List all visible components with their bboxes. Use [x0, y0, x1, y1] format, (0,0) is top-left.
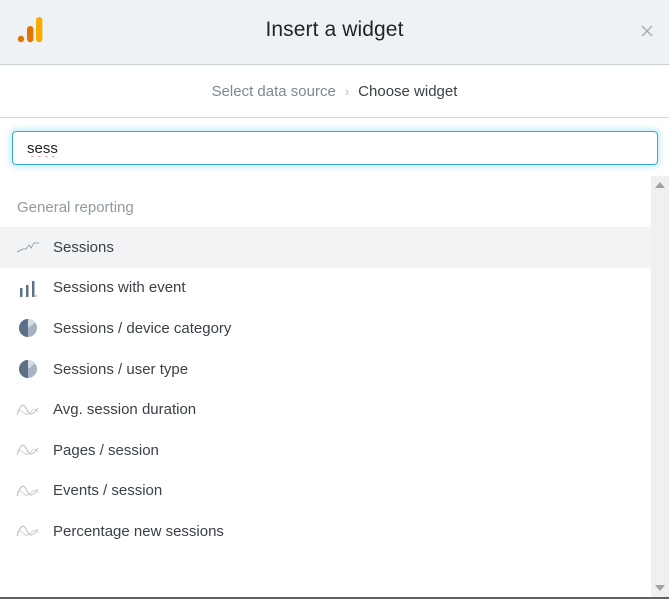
line-chart-icon	[16, 238, 40, 256]
widget-item-label: Avg. session duration	[53, 401, 197, 419]
close-icon[interactable]	[638, 22, 656, 40]
breadcrumb-select-data-source[interactable]: Select data source	[212, 83, 336, 100]
widget-item-label: Events / session	[53, 482, 163, 500]
breadcrumb: Select data source › Choose widget	[0, 65, 669, 118]
chevron-right-icon: ›	[344, 83, 350, 99]
widget-item-label: Sessions / user type	[53, 360, 189, 378]
widget-item-events-per-session[interactable]: Events / session	[0, 471, 651, 512]
widget-item-avg-session-duration[interactable]: Avg. session duration	[0, 389, 651, 430]
widget-item-sessions-user-type[interactable]: Sessions / user type	[0, 349, 651, 390]
comparison-line-icon	[16, 401, 40, 419]
widget-item-label: Sessions	[53, 238, 114, 256]
widget-item-percentage-new-sessions[interactable]: Percentage new sessions	[0, 511, 651, 552]
scroll-up-arrow-icon[interactable]	[655, 182, 665, 188]
widget-item-label: Percentage new sessions	[53, 522, 224, 540]
bar-chart-icon	[16, 279, 40, 297]
widget-item-sessions[interactable]: Sessions	[0, 227, 651, 268]
comparison-line-icon	[16, 522, 40, 540]
widget-item-pages-per-session[interactable]: Pages / session	[0, 430, 651, 471]
dialog-title: Insert a widget	[265, 18, 404, 41]
widget-item-label: Sessions with event	[53, 279, 186, 297]
widget-item-sessions-with-event[interactable]: Sessions with event	[0, 268, 651, 309]
search-input[interactable]	[12, 131, 658, 165]
breadcrumb-choose-widget: Choose widget	[358, 82, 458, 100]
widget-item-label: Sessions / device category	[53, 319, 232, 337]
widget-item-sessions-device-category[interactable]: Sessions / device category	[0, 308, 651, 349]
widget-item-label: Pages / session	[53, 441, 159, 459]
pie-chart-icon	[16, 319, 40, 338]
search-field	[12, 131, 658, 165]
scroll-down-arrow-icon[interactable]	[655, 585, 665, 591]
comparison-line-icon	[16, 482, 40, 500]
dialog-header: Insert a widget	[0, 0, 669, 65]
pie-chart-icon	[16, 360, 40, 379]
vertical-scrollbar[interactable]	[651, 176, 669, 597]
widget-list: General reporting Sessions Sessions with…	[0, 176, 651, 599]
section-heading: General reporting	[17, 199, 134, 216]
comparison-line-icon	[16, 441, 40, 459]
